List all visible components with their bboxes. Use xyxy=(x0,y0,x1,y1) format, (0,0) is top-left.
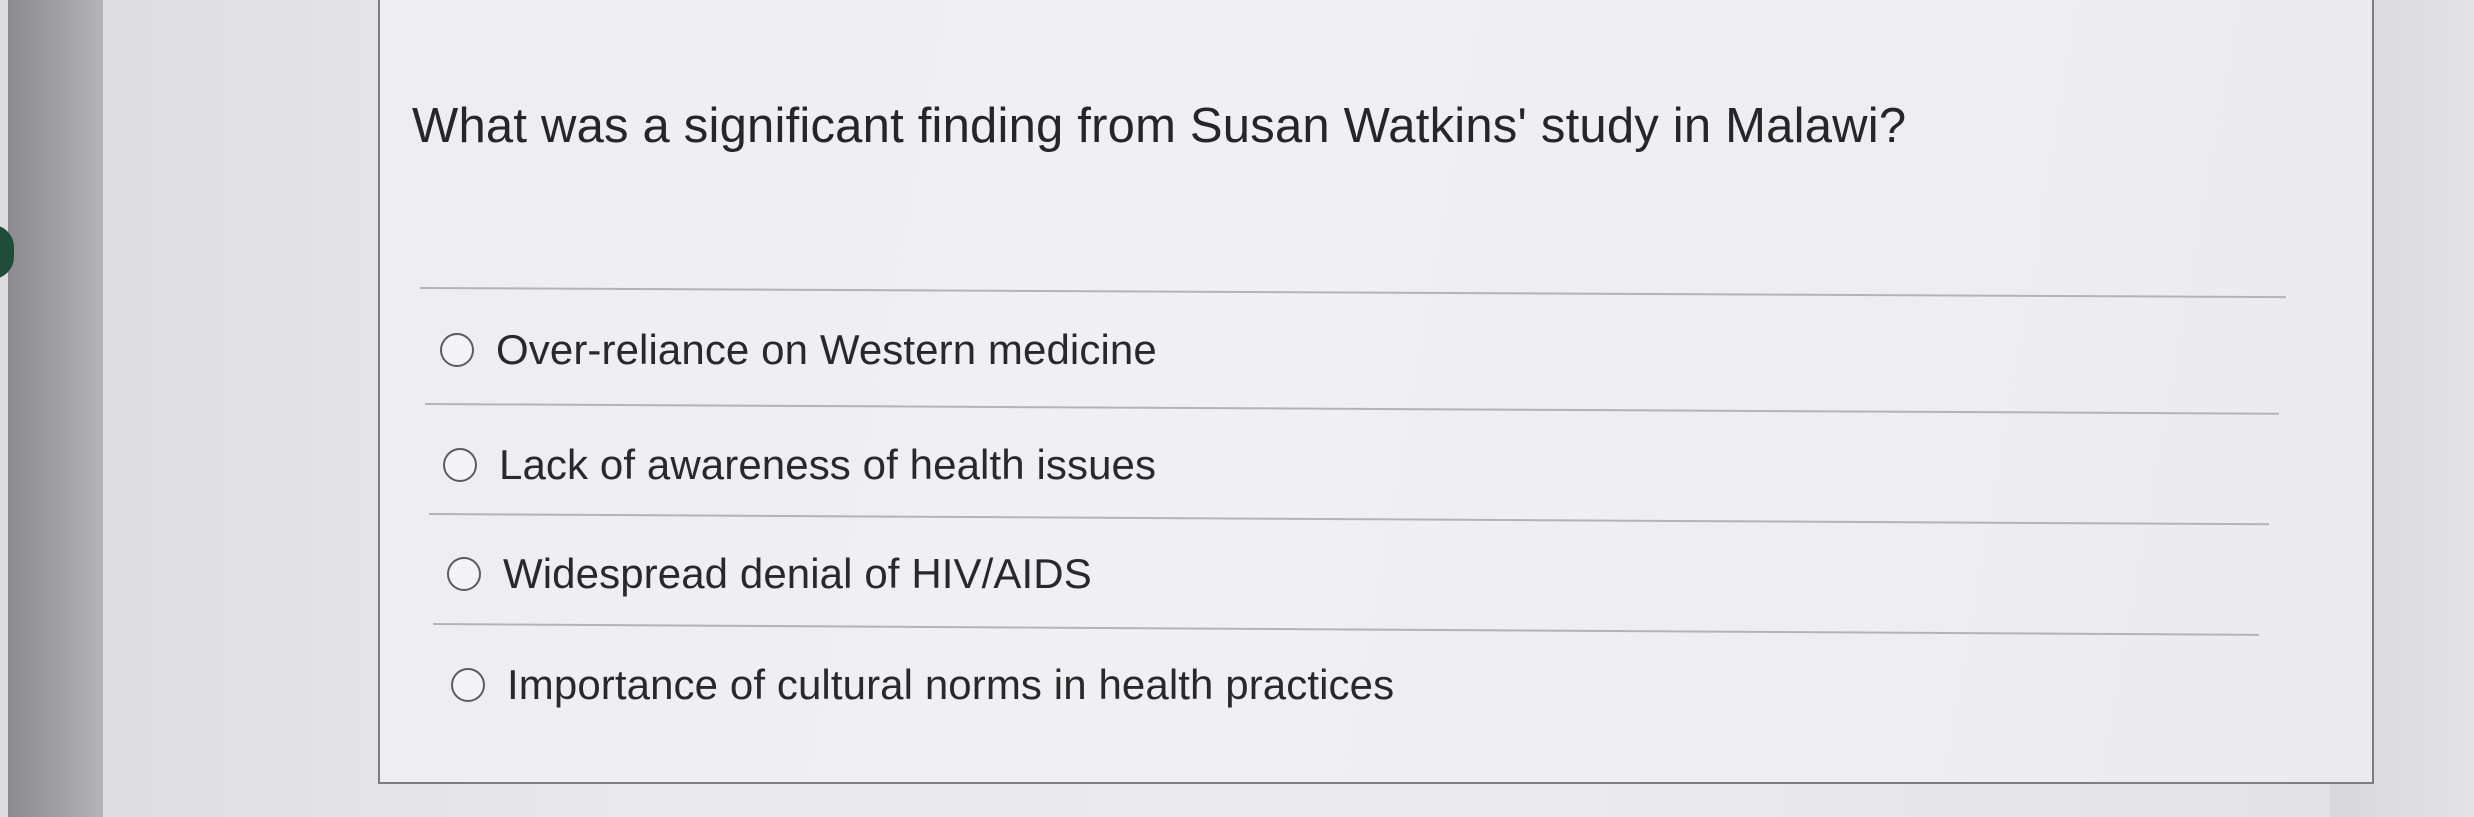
answer-option-1[interactable]: Over-reliance on Western medicine xyxy=(440,326,1157,374)
option-label: Importance of cultural norms in health p… xyxy=(507,661,1395,708)
radio-button-icon[interactable] xyxy=(440,333,474,367)
option-label: Widespread denial of HIV/AIDS xyxy=(503,550,1092,597)
answer-option-2[interactable]: Lack of awareness of health issues xyxy=(443,441,1156,489)
left-sidebar-edge xyxy=(8,0,103,817)
radio-button-icon[interactable] xyxy=(447,557,481,591)
radio-button-icon[interactable] xyxy=(443,448,477,482)
option-label: Lack of awareness of health issues xyxy=(499,441,1157,488)
answer-option-3[interactable]: Widespread denial of HIV/AIDS xyxy=(447,550,1092,598)
answer-option-4[interactable]: Importance of cultural norms in health p… xyxy=(451,661,1394,709)
question-text: What was a significant finding from Susa… xyxy=(412,99,1907,153)
radio-button-icon[interactable] xyxy=(451,668,485,702)
option-label: Over-reliance on Western medicine xyxy=(496,326,1157,373)
